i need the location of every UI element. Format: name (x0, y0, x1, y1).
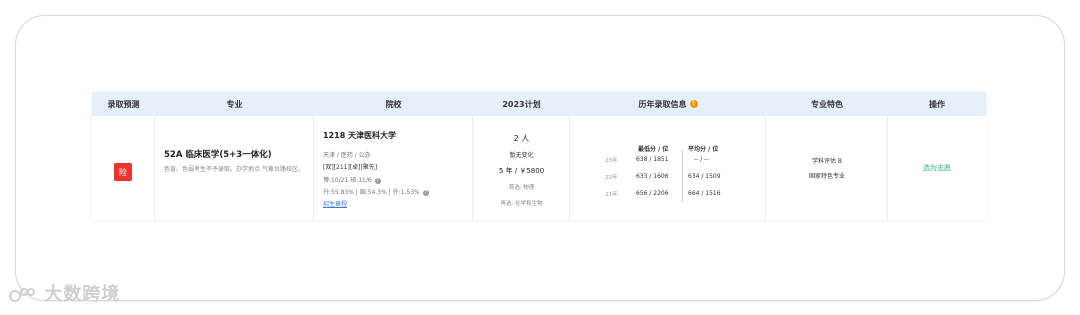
admission-rules-link[interactable]: 招生章程 (323, 199, 347, 208)
watermark-logo-icon (9, 288, 35, 302)
history-divider (682, 150, 683, 202)
feature-national: 国家特色专业 (808, 173, 845, 180)
risk-badge: 险 (114, 163, 132, 181)
feature-cell: 学科评估 B 国家特色专业 (766, 116, 888, 220)
school-cell: 1218 天津医科大学 天津 / 医药 / 公办 [双][211][卓][聚先]… (314, 116, 473, 220)
header-action: 操作 (929, 99, 945, 109)
select-volunteer-button[interactable]: 选为志愿 (888, 163, 986, 173)
header-plan: 2023计划 (502, 99, 541, 109)
info-icon[interactable]: ? (422, 189, 429, 196)
school-rates: 升:55.83% | 国:54.3% | 外:1.53%? (323, 187, 429, 196)
school-rates-text: 升:55.83% | 国:54.3% | 外:1.53% (323, 189, 420, 196)
min-score-value: 656 / 2206 (636, 190, 669, 197)
year-label: 22年 (605, 175, 618, 181)
feature-evaluation: 学科评估 B (811, 158, 843, 165)
avg-score-header: 平均分 / 位 (688, 146, 719, 153)
header-history: 历年录取信息 ! (570, 92, 766, 116)
header-feature: 专业特色 (811, 99, 843, 109)
major-note: 色盲、色弱考生不予录取。办学地点:气象台路校区。 (164, 166, 305, 173)
school-location: 天津 / 医药 / 公办 (323, 152, 371, 159)
admission-table: 录取预测 专业 院校 2023计划 历年录取信息 ! 专业特色 操作 险 52A… (92, 92, 986, 220)
watermark-text: 大数跨境 (44, 284, 121, 305)
avg-score-value: 634 / 1509 (688, 173, 721, 180)
plan-duration-fee: 5 年 / ￥5800 (498, 167, 545, 175)
major-title: 52A 临床医学(5+3一体化) (164, 150, 272, 160)
history-cell: 最低分 / 位 平均分 / 位 23年 638 / 1851 -- / -- 2… (570, 116, 766, 220)
school-name: 1218 天津医科大学 (323, 131, 397, 140)
avg-score-value: 664 / 1516 (688, 190, 721, 197)
watermark: 大数跨境 (9, 280, 120, 306)
plan-second-subject: 再选: 化学和生物 (500, 201, 543, 207)
header-school: 院校 (385, 99, 402, 109)
school-rank-text: 博:10/21 硕:11/6 (323, 177, 372, 184)
avg-score-value: -- / -- (694, 156, 709, 163)
plan-cell: 2 人 暂无变化 5 年 / ￥5800 首选: 物理 再选: 化学和生物 (473, 116, 570, 220)
plan-change: 暂无变化 (509, 152, 534, 159)
plan-count: 2 人 (513, 134, 530, 143)
action-cell: 选为志愿 (888, 116, 986, 220)
min-score-value: 638 / 1851 (636, 156, 669, 163)
year-label: 23年 (605, 158, 618, 164)
min-score-header: 最低分 / 位 (638, 146, 669, 153)
plan-first-subject: 首选: 物理 (508, 185, 535, 191)
prediction-cell: 险 (92, 116, 155, 220)
header-prediction: 录取预测 (107, 99, 140, 109)
year-label: 21年 (605, 192, 618, 198)
table-row: 险 52A 临床医学(5+3一体化) 色盲、色弱考生不予录取。办学地点:气象台路… (92, 116, 986, 220)
header-major: 专业 (226, 99, 243, 109)
info-icon[interactable]: ? (374, 177, 381, 184)
table-header: 录取预测 专业 院校 2023计划 历年录取信息 ! 专业特色 操作 (92, 92, 986, 116)
header-history-label: 历年录取信息 (638, 99, 687, 109)
school-rank: 博:10/21 硕:11/6? (323, 175, 381, 184)
school-tags: [双][211][卓][聚先] (323, 164, 378, 171)
min-score-value: 633 / 1606 (636, 173, 669, 180)
help-icon[interactable]: ! (689, 100, 698, 108)
major-cell: 52A 临床医学(5+3一体化) 色盲、色弱考生不予录取。办学地点:气象台路校区… (155, 116, 314, 220)
